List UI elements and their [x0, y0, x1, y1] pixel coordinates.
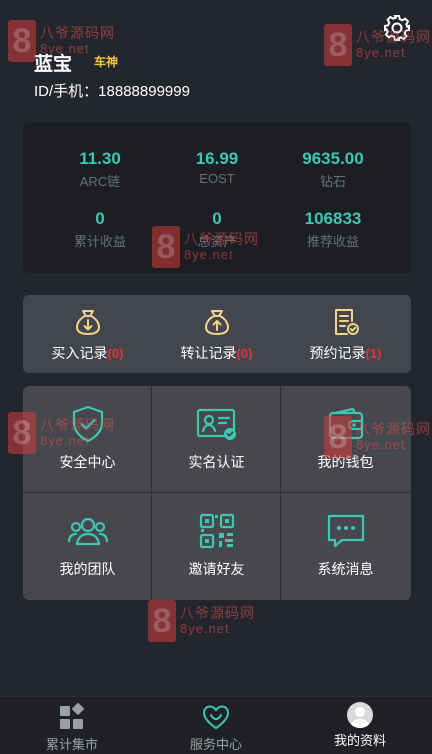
id-card-icon [196, 408, 236, 440]
grid-divider [23, 492, 411, 493]
document-check-icon [334, 309, 359, 335]
tab-label: 我的资料 [333, 733, 386, 748]
stat-label: 推荐收益 [306, 234, 359, 249]
menu-system-messages[interactable]: 系统消息 [281, 493, 410, 600]
stat-label: ARC链 [79, 174, 121, 189]
assets-summary-card: 11.30 ARC链 16.99 EOST 9635.00 钻石 0 累计收益 … [23, 123, 411, 273]
menu-label: 我的钱包 [317, 454, 374, 470]
user-rank-badge: 车神 [94, 55, 119, 69]
grid-icon [60, 702, 84, 729]
heart-icon [202, 705, 230, 730]
user-id-phone: ID/手机：18888899999 [34, 83, 190, 100]
buy-records-button[interactable]: 买入记录(0) [23, 295, 152, 373]
transfer-records-button[interactable]: 转让记录(0) [152, 295, 281, 373]
settings-gear-icon[interactable] [383, 14, 411, 42]
stat-value: 16.99 [195, 149, 239, 168]
tab-service-center[interactable]: 服务中心 [144, 697, 288, 754]
grid-divider [151, 386, 152, 600]
stat-total-assets: 0 总资产 [162, 209, 272, 250]
stat-referral-earnings: 106833 推荐收益 [278, 209, 388, 250]
team-icon [67, 517, 108, 546]
function-menu-grid: 安全中心 实名认证 我的钱包 我的团队 邀请好友 系统消息 [23, 386, 411, 600]
stat-value: 9635.00 [302, 149, 364, 168]
record-count: (1) [365, 346, 382, 361]
message-icon [327, 514, 364, 548]
stat-label: 总资产 [197, 234, 237, 249]
record-count: (0) [236, 346, 253, 361]
profile-page: 蓝宝 车神 ID/手机：18888899999 11.30 ARC链 16.99… [0, 0, 432, 754]
menu-my-team[interactable]: 我的团队 [23, 493, 152, 600]
shield-check-icon [72, 405, 103, 443]
money-bag-down-icon [75, 310, 100, 335]
menu-label: 我的团队 [59, 561, 116, 577]
watermark: 8 八爷源码网 8ye.net [324, 24, 431, 66]
menu-label: 实名认证 [188, 454, 245, 470]
money-bag-up-icon [204, 310, 229, 335]
record-label: 预约记录(1) [309, 345, 382, 361]
avatar-icon [347, 702, 373, 728]
stat-total-earnings: 0 累计收益 [45, 209, 155, 250]
stat-value: 0 [95, 209, 105, 228]
stat-value: 0 [212, 209, 222, 228]
tab-label: 服务中心 [189, 737, 242, 752]
record-count: (0) [107, 346, 124, 361]
record-label: 买入记录(0) [51, 345, 124, 361]
user-name: 蓝宝 [34, 54, 73, 75]
records-card: 买入记录(0) 转让记录(0) 预约记录(1) [23, 295, 411, 373]
grid-divider [280, 386, 281, 600]
stat-label: 钻石 [319, 174, 346, 189]
wallet-icon [328, 407, 363, 440]
menu-label: 安全中心 [59, 454, 116, 470]
menu-label: 系统消息 [317, 561, 374, 577]
stat-arc: 11.30 ARC链 [45, 149, 155, 190]
menu-security-center[interactable]: 安全中心 [23, 386, 152, 493]
stat-eost: 16.99 EOST [162, 149, 272, 186]
reservation-records-button[interactable]: 预约记录(1) [281, 295, 410, 373]
qr-code-icon [199, 513, 234, 549]
tab-market[interactable]: 累计集市 [0, 697, 144, 754]
menu-invite-friends[interactable]: 邀请好友 [152, 493, 281, 600]
stat-value: 106833 [304, 209, 362, 228]
stat-label: 累计收益 [73, 234, 126, 249]
tab-label: 累计集市 [45, 737, 98, 752]
menu-real-name-auth[interactable]: 实名认证 [152, 386, 281, 493]
stat-label: EOST [199, 171, 235, 186]
bottom-tab-bar: 累计集市 服务中心 我的资料 [0, 696, 432, 754]
tab-my-profile[interactable]: 我的资料 [288, 697, 432, 754]
record-label: 转让记录(0) [180, 345, 253, 361]
watermark: 8 八爷源码网 8ye.net [148, 600, 255, 642]
menu-my-wallet[interactable]: 我的钱包 [281, 386, 410, 493]
stat-value: 11.30 [79, 149, 121, 168]
stat-diamond: 9635.00 钻石 [278, 149, 388, 190]
menu-label: 邀请好友 [188, 561, 245, 577]
